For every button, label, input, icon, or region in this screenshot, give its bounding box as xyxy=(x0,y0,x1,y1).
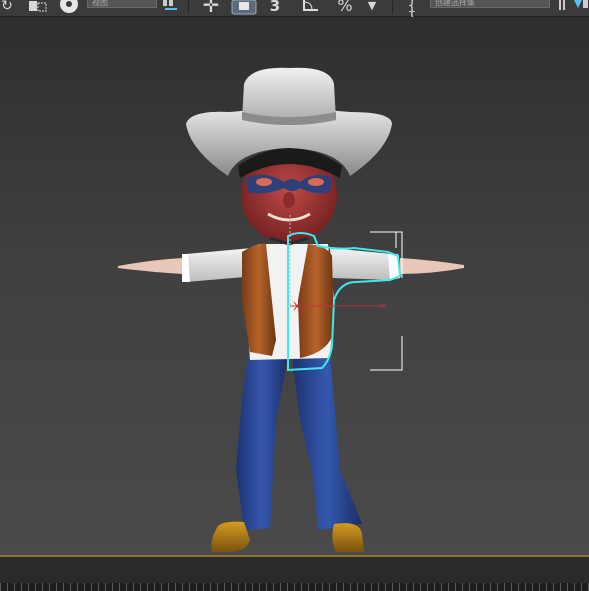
character-legs xyxy=(211,356,364,552)
svg-text:×: × xyxy=(380,302,388,312)
character-head xyxy=(238,147,342,246)
character-scene: × xyxy=(118,67,464,552)
